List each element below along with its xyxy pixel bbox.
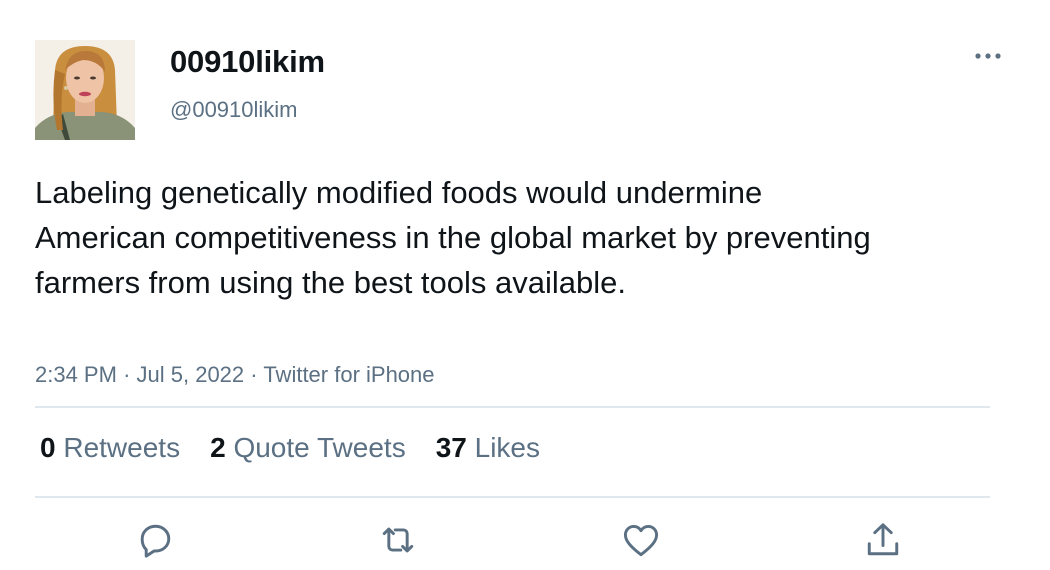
retweets-count: 0: [40, 432, 56, 463]
display-name[interactable]: 00910likim: [170, 44, 325, 80]
meta-separator: ·: [123, 362, 131, 387]
reply-icon: [140, 524, 171, 558]
tweet-time[interactable]: 2:34 PM: [35, 362, 117, 387]
tweet-date[interactable]: Jul 5, 2022: [137, 362, 245, 387]
quote-tweets-stat[interactable]: 2 Quote Tweets: [210, 432, 406, 464]
heart-icon: [623, 524, 659, 557]
tweet-text: Labeling genetically modified foods woul…: [35, 175, 871, 300]
retweet-icon: [382, 527, 414, 553]
divider: [35, 406, 990, 408]
retweets-stat[interactable]: 0 Retweets: [40, 432, 180, 464]
avatar[interactable]: [35, 40, 135, 140]
likes-count: 37: [435, 432, 467, 463]
more-horizontal-icon: [975, 53, 1001, 59]
user-handle[interactable]: @00910likim: [170, 97, 298, 123]
tweet-meta: 2:34 PM · Jul 5, 2022 · Twitter for iPho…: [35, 362, 435, 388]
retweet-button[interactable]: [376, 518, 420, 562]
retweets-label: Retweets: [63, 432, 181, 463]
reply-button[interactable]: [133, 518, 177, 562]
likes-label: Likes: [474, 432, 541, 463]
tweet-stats: 0 Retweets 2 Quote Tweets 37 Likes: [40, 432, 570, 464]
quote-tweets-count: 2: [210, 432, 226, 463]
tweet-source[interactable]: Twitter for iPhone: [263, 362, 434, 387]
like-button[interactable]: [619, 518, 663, 562]
share-button[interactable]: [861, 518, 905, 562]
quote-tweets-label: Quote Tweets: [233, 432, 406, 463]
likes-stat[interactable]: 37 Likes: [436, 432, 540, 464]
tweet-detail: 00910likim @00910likim Labeling genetica…: [0, 0, 1050, 570]
divider: [35, 496, 990, 498]
meta-separator: ·: [250, 362, 258, 387]
share-icon: [867, 523, 899, 556]
more-options-button[interactable]: [968, 44, 1008, 68]
